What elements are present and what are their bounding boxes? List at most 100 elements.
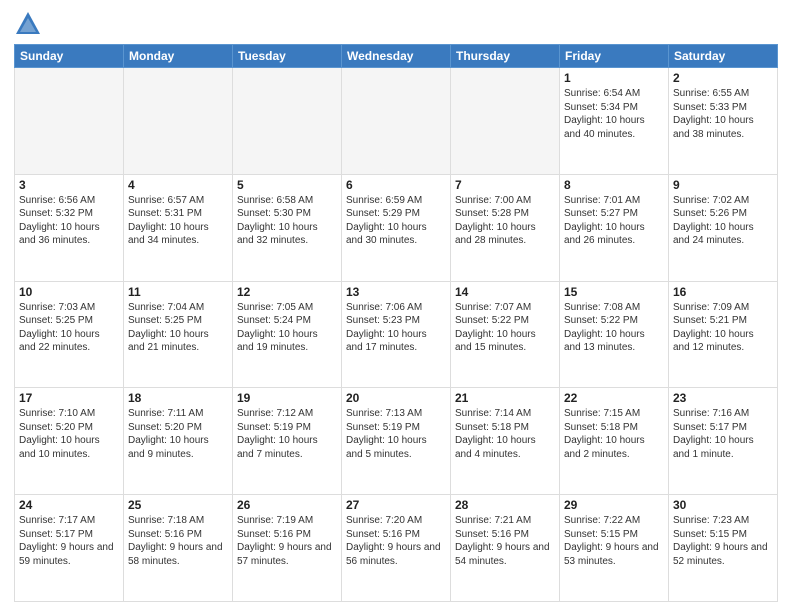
calendar-cell: 23 Sunrise: 7:16 AM Sunset: 5:17 PM Dayli… — [669, 388, 778, 495]
calendar-cell: 7 Sunrise: 7:00 AM Sunset: 5:28 PM Daylig… — [451, 174, 560, 281]
calendar-cell: 24 Sunrise: 7:17 AM Sunset: 5:17 PM Dayli… — [15, 495, 124, 602]
weekday-header-friday: Friday — [560, 45, 669, 68]
weekday-header-monday: Monday — [124, 45, 233, 68]
day-info: Sunrise: 7:22 AM Sunset: 5:15 PM Dayligh… — [564, 514, 664, 568]
day-number: 25 — [128, 498, 228, 512]
day-number: 13 — [346, 285, 446, 299]
day-info: Sunrise: 6:54 AM Sunset: 5:34 PM Dayligh… — [564, 87, 664, 141]
day-info: Sunrise: 7:19 AM Sunset: 5:16 PM Dayligh… — [237, 514, 337, 568]
day-number: 10 — [19, 285, 119, 299]
day-number: 22 — [564, 391, 664, 405]
calendar-cell: 28 Sunrise: 7:21 AM Sunset: 5:16 PM Dayli… — [451, 495, 560, 602]
day-info: Sunrise: 7:09 AM Sunset: 5:21 PM Dayligh… — [673, 301, 773, 355]
weekday-header-tuesday: Tuesday — [233, 45, 342, 68]
day-number: 11 — [128, 285, 228, 299]
day-number: 3 — [19, 178, 119, 192]
day-info: Sunrise: 7:16 AM Sunset: 5:17 PM Dayligh… — [673, 407, 773, 461]
day-number: 2 — [673, 71, 773, 85]
calendar-cell — [451, 68, 560, 175]
day-info: Sunrise: 7:10 AM Sunset: 5:20 PM Dayligh… — [19, 407, 119, 461]
day-number: 29 — [564, 498, 664, 512]
weekday-header-thursday: Thursday — [451, 45, 560, 68]
day-number: 23 — [673, 391, 773, 405]
day-number: 21 — [455, 391, 555, 405]
day-info: Sunrise: 7:17 AM Sunset: 5:17 PM Dayligh… — [19, 514, 119, 568]
calendar-cell: 5Sunrise: 6:58 AM Sunset: 5:30 PM Daylig… — [233, 174, 342, 281]
day-info: Sunrise: 7:07 AM Sunset: 5:22 PM Dayligh… — [455, 301, 555, 355]
logo — [14, 10, 46, 38]
calendar-cell — [124, 68, 233, 175]
weekday-header-saturday: Saturday — [669, 45, 778, 68]
day-number: 7 — [455, 178, 555, 192]
day-number: 16 — [673, 285, 773, 299]
day-number: 24 — [19, 498, 119, 512]
calendar-cell — [342, 68, 451, 175]
week-row-3: 10 Sunrise: 7:03 AM Sunset: 5:25 PM Dayli… — [15, 281, 778, 388]
calendar-cell: 20 Sunrise: 7:13 AM Sunset: 5:19 PM Dayli… — [342, 388, 451, 495]
weekday-header-row: SundayMondayTuesdayWednesdayThursdayFrid… — [15, 45, 778, 68]
calendar-cell: 2 Sunrise: 6:55 AM Sunset: 5:33 PM Daylig… — [669, 68, 778, 175]
day-info: Sunrise: 7:21 AM Sunset: 5:16 PM Dayligh… — [455, 514, 555, 568]
calendar-cell: 17 Sunrise: 7:10 AM Sunset: 5:20 PM Dayli… — [15, 388, 124, 495]
day-number: 4 — [128, 178, 228, 192]
calendar-cell: 29 Sunrise: 7:22 AM Sunset: 5:15 PM Dayli… — [560, 495, 669, 602]
day-number: 17 — [19, 391, 119, 405]
logo-icon — [14, 10, 42, 38]
week-row-5: 24 Sunrise: 7:17 AM Sunset: 5:17 PM Dayli… — [15, 495, 778, 602]
page: SundayMondayTuesdayWednesdayThursdayFrid… — [0, 0, 792, 612]
calendar-cell: 1 Sunrise: 6:54 AM Sunset: 5:34 PM Daylig… — [560, 68, 669, 175]
calendar-cell: 25 Sunrise: 7:18 AM Sunset: 5:16 PM Dayli… — [124, 495, 233, 602]
calendar-cell: 3Sunrise: 6:56 AM Sunset: 5:32 PM Daylig… — [15, 174, 124, 281]
day-number: 15 — [564, 285, 664, 299]
calendar-cell: 8Sunrise: 7:01 AM Sunset: 5:27 PM Daylig… — [560, 174, 669, 281]
day-number: 18 — [128, 391, 228, 405]
calendar-cell: 6Sunrise: 6:59 AM Sunset: 5:29 PM Daylig… — [342, 174, 451, 281]
calendar-cell: 19Sunrise: 7:12 AM Sunset: 5:19 PM Dayli… — [233, 388, 342, 495]
day-info: Sunrise: 7:15 AM Sunset: 5:18 PM Dayligh… — [564, 407, 664, 461]
day-info: Sunrise: 6:55 AM Sunset: 5:33 PM Dayligh… — [673, 87, 773, 141]
calendar-cell — [233, 68, 342, 175]
day-number: 26 — [237, 498, 337, 512]
calendar-cell: 4 Sunrise: 6:57 AM Sunset: 5:31 PM Daylig… — [124, 174, 233, 281]
day-number: 14 — [455, 285, 555, 299]
calendar-cell: 9 Sunrise: 7:02 AM Sunset: 5:26 PM Daylig… — [669, 174, 778, 281]
day-info: Sunrise: 7:08 AM Sunset: 5:22 PM Dayligh… — [564, 301, 664, 355]
calendar-cell: 15 Sunrise: 7:08 AM Sunset: 5:22 PM Dayli… — [560, 281, 669, 388]
calendar-cell: 27 Sunrise: 7:20 AM Sunset: 5:16 PM Dayli… — [342, 495, 451, 602]
calendar-cell: 22 Sunrise: 7:15 AM Sunset: 5:18 PM Dayli… — [560, 388, 669, 495]
weekday-header-sunday: Sunday — [15, 45, 124, 68]
week-row-1: 1 Sunrise: 6:54 AM Sunset: 5:34 PM Daylig… — [15, 68, 778, 175]
day-info: Sunrise: 7:01 AM Sunset: 5:27 PM Dayligh… — [564, 194, 664, 248]
day-info: Sunrise: 6:57 AM Sunset: 5:31 PM Dayligh… — [128, 194, 228, 248]
day-number: 1 — [564, 71, 664, 85]
weekday-header-wednesday: Wednesday — [342, 45, 451, 68]
day-info: Sunrise: 7:00 AM Sunset: 5:28 PM Dayligh… — [455, 194, 555, 248]
calendar-cell: 21 Sunrise: 7:14 AM Sunset: 5:18 PM Dayli… — [451, 388, 560, 495]
day-number: 12 — [237, 285, 337, 299]
day-info: Sunrise: 7:12 AM Sunset: 5:19 PM Dayligh… — [237, 407, 337, 461]
calendar-cell: 13Sunrise: 7:06 AM Sunset: 5:23 PM Dayli… — [342, 281, 451, 388]
calendar-cell: 30 Sunrise: 7:23 AM Sunset: 5:15 PM Dayli… — [669, 495, 778, 602]
day-number: 27 — [346, 498, 446, 512]
day-info: Sunrise: 7:03 AM Sunset: 5:25 PM Dayligh… — [19, 301, 119, 355]
day-info: Sunrise: 7:23 AM Sunset: 5:15 PM Dayligh… — [673, 514, 773, 568]
day-info: Sunrise: 7:02 AM Sunset: 5:26 PM Dayligh… — [673, 194, 773, 248]
day-info: Sunrise: 6:58 AM Sunset: 5:30 PM Dayligh… — [237, 194, 337, 248]
day-info: Sunrise: 7:13 AM Sunset: 5:19 PM Dayligh… — [346, 407, 446, 461]
calendar-cell: 26 Sunrise: 7:19 AM Sunset: 5:16 PM Dayli… — [233, 495, 342, 602]
day-info: Sunrise: 7:05 AM Sunset: 5:24 PM Dayligh… — [237, 301, 337, 355]
day-number: 9 — [673, 178, 773, 192]
day-number: 6 — [346, 178, 446, 192]
calendar-cell: 16 Sunrise: 7:09 AM Sunset: 5:21 PM Dayli… — [669, 281, 778, 388]
week-row-2: 3Sunrise: 6:56 AM Sunset: 5:32 PM Daylig… — [15, 174, 778, 281]
day-number: 30 — [673, 498, 773, 512]
day-number: 28 — [455, 498, 555, 512]
calendar-cell: 10 Sunrise: 7:03 AM Sunset: 5:25 PM Dayli… — [15, 281, 124, 388]
calendar-cell: 12 Sunrise: 7:05 AM Sunset: 5:24 PM Dayli… — [233, 281, 342, 388]
day-info: Sunrise: 7:18 AM Sunset: 5:16 PM Dayligh… — [128, 514, 228, 568]
week-row-4: 17 Sunrise: 7:10 AM Sunset: 5:20 PM Dayli… — [15, 388, 778, 495]
day-info: Sunrise: 7:14 AM Sunset: 5:18 PM Dayligh… — [455, 407, 555, 461]
day-number: 20 — [346, 391, 446, 405]
day-info: Sunrise: 7:20 AM Sunset: 5:16 PM Dayligh… — [346, 514, 446, 568]
header — [14, 10, 778, 38]
